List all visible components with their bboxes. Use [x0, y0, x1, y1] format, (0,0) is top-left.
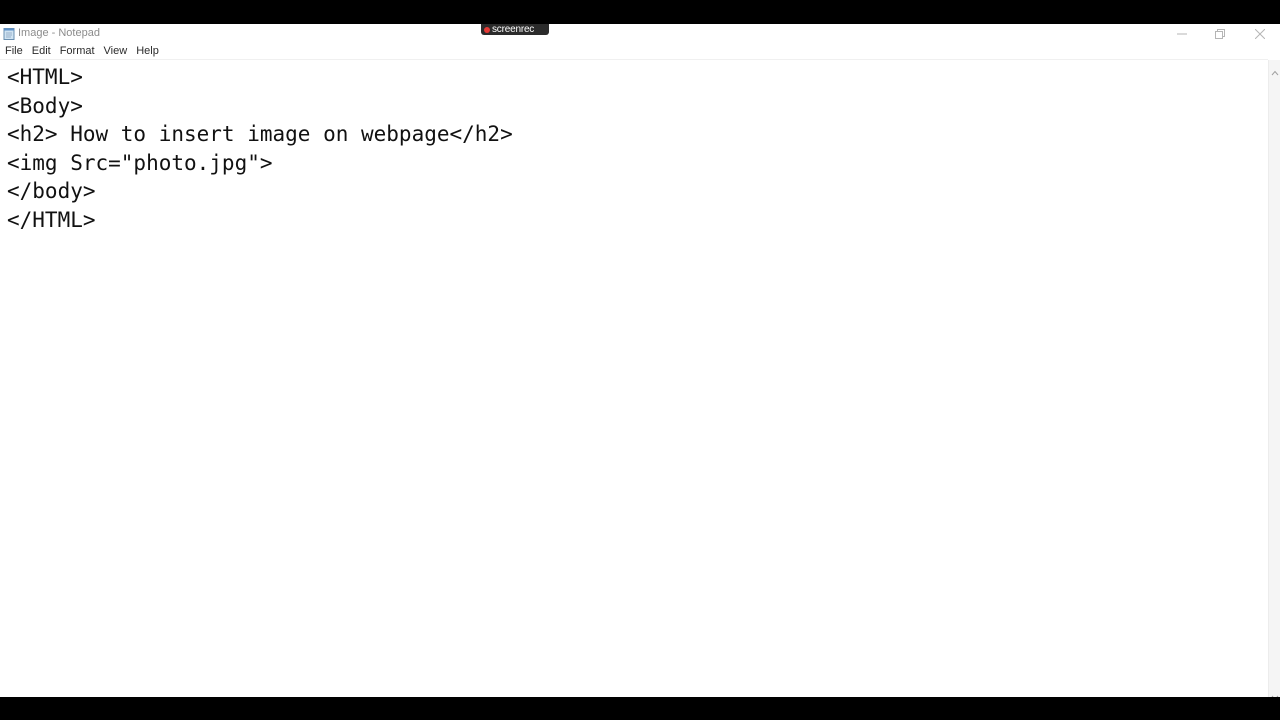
scroll-up-arrow-icon[interactable]	[1271, 63, 1279, 81]
restore-button[interactable]	[1200, 24, 1240, 43]
letterbox-bottom	[0, 697, 1280, 720]
editor-line: <HTML>	[7, 65, 83, 89]
notepad-window: Image - Notepad screenrec File Edit Form…	[0, 24, 1280, 701]
screenrec-label: screenrec	[492, 23, 535, 35]
screenrec-badge: screenrec	[481, 24, 549, 35]
menu-file[interactable]: File	[1, 45, 27, 58]
minimize-button[interactable]	[1162, 24, 1202, 43]
close-icon	[1255, 28, 1265, 39]
menu-format[interactable]: Format	[56, 45, 99, 58]
notepad-icon[interactable]	[3, 27, 15, 40]
window-title: Image - Notepad	[18, 27, 100, 39]
title-bar[interactable]: Image - Notepad screenrec	[0, 24, 1280, 43]
menu-edit[interactable]: Edit	[28, 45, 55, 58]
menu-help[interactable]: Help	[132, 45, 163, 58]
restore-icon	[1215, 28, 1225, 39]
menu-view[interactable]: View	[100, 45, 132, 58]
record-dot-icon	[484, 26, 490, 33]
editor-line: <Body>	[7, 93, 83, 118]
vertical-scrollbar[interactable]	[1268, 60, 1280, 701]
minimize-icon	[1177, 29, 1187, 39]
editor-line: <h2> How to insert image on webpage</h2>	[7, 122, 513, 147]
close-button[interactable]	[1240, 24, 1280, 43]
editor-line: <img Src="photo.jpg">	[7, 150, 273, 175]
editor-line: </body>	[7, 179, 96, 204]
text-editor-area[interactable]: <HTML> <Body> <h2> How to insert image o…	[0, 60, 1268, 697]
editor-line: </HTML>	[7, 207, 96, 232]
menu-bar: File Edit Format View Help	[0, 43, 1280, 60]
letterbox-top	[0, 0, 1280, 24]
